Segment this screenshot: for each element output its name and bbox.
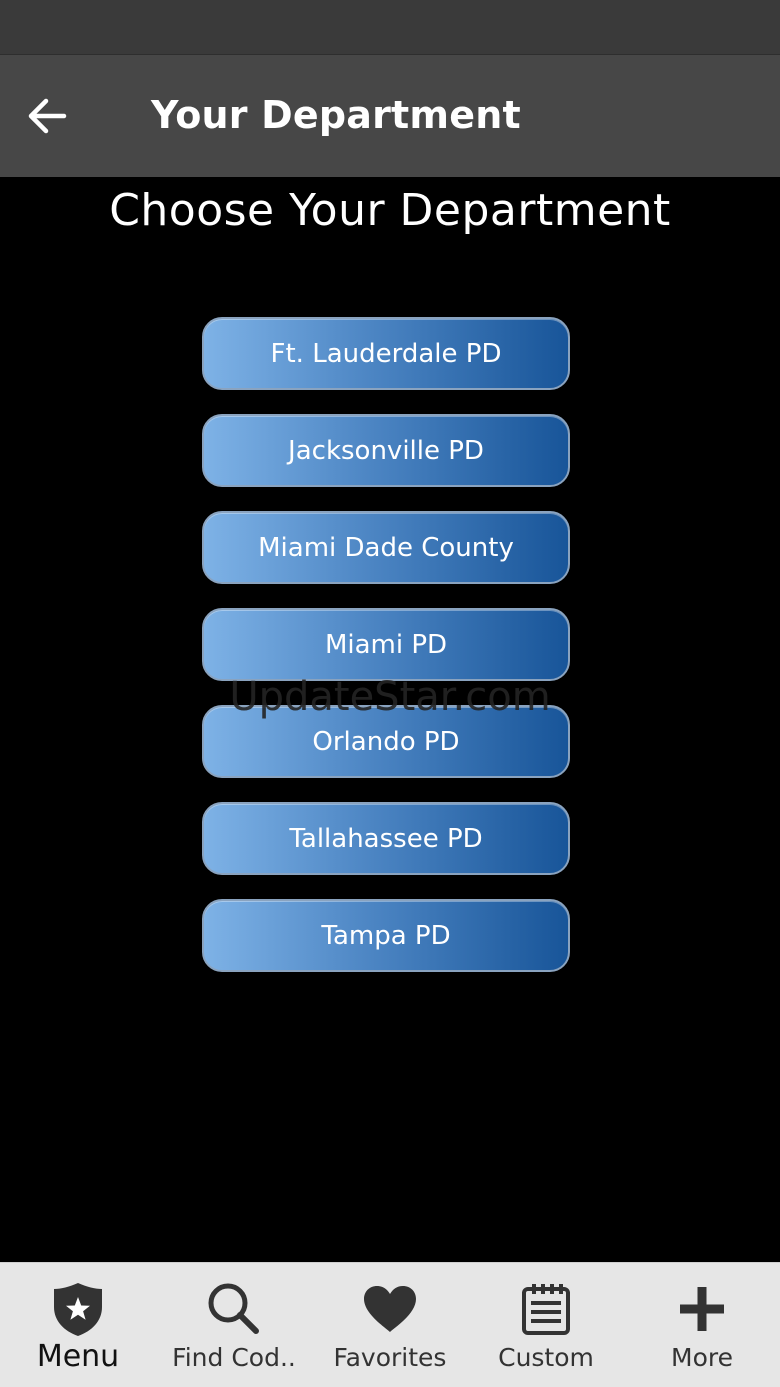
plus-icon <box>680 1287 724 1331</box>
tab-custom-label: Custom <box>498 1343 594 1372</box>
tab-menu-label: Menu <box>36 1339 120 1374</box>
app-title: Your Department <box>151 93 521 137</box>
tab-find-codes-label: Find Cod.. <box>172 1343 296 1372</box>
notepad-icon <box>522 1284 570 1335</box>
department-button-jacksonville-pd[interactable]: Jacksonville PD <box>202 414 570 487</box>
back-button[interactable] <box>18 85 76 147</box>
badge-star-icon <box>54 1283 102 1336</box>
tab-more[interactable]: More <box>624 1263 780 1387</box>
department-button-tampa-pd[interactable]: Tampa PD <box>202 899 570 972</box>
search-icon <box>208 1283 259 1334</box>
arrow-left-icon <box>28 98 67 134</box>
page-heading: Choose Your Department <box>109 185 671 236</box>
tab-favorites[interactable]: Favorites <box>312 1263 468 1387</box>
tab-favorites-label: Favorites <box>333 1343 447 1372</box>
app-bar: Your Department <box>0 55 780 177</box>
tab-more-label: More <box>671 1343 733 1372</box>
main-content: Choose Your Department Ft. Lauderdale PD… <box>0 177 780 1262</box>
department-button-orlando-pd[interactable]: Orlando PD <box>202 705 570 778</box>
tab-menu[interactable]: Menu <box>0 1263 156 1387</box>
department-button-ft-lauderdale-pd[interactable]: Ft. Lauderdale PD <box>202 317 570 390</box>
bottom-tab-bar: Menu Find Cod.. Favorites Custom More <box>0 1262 780 1387</box>
department-button-miami-pd[interactable]: Miami PD <box>202 608 570 681</box>
tab-custom[interactable]: Custom <box>468 1263 624 1387</box>
department-button-miami-dade-county[interactable]: Miami Dade County <box>202 511 570 584</box>
department-button-tallahassee-pd[interactable]: Tallahassee PD <box>202 802 570 875</box>
tab-find-codes[interactable]: Find Cod.. <box>156 1263 312 1387</box>
status-bar <box>0 0 780 55</box>
heart-icon <box>364 1286 416 1332</box>
department-list: Ft. Lauderdale PD Jacksonville PD Miami … <box>202 317 572 996</box>
